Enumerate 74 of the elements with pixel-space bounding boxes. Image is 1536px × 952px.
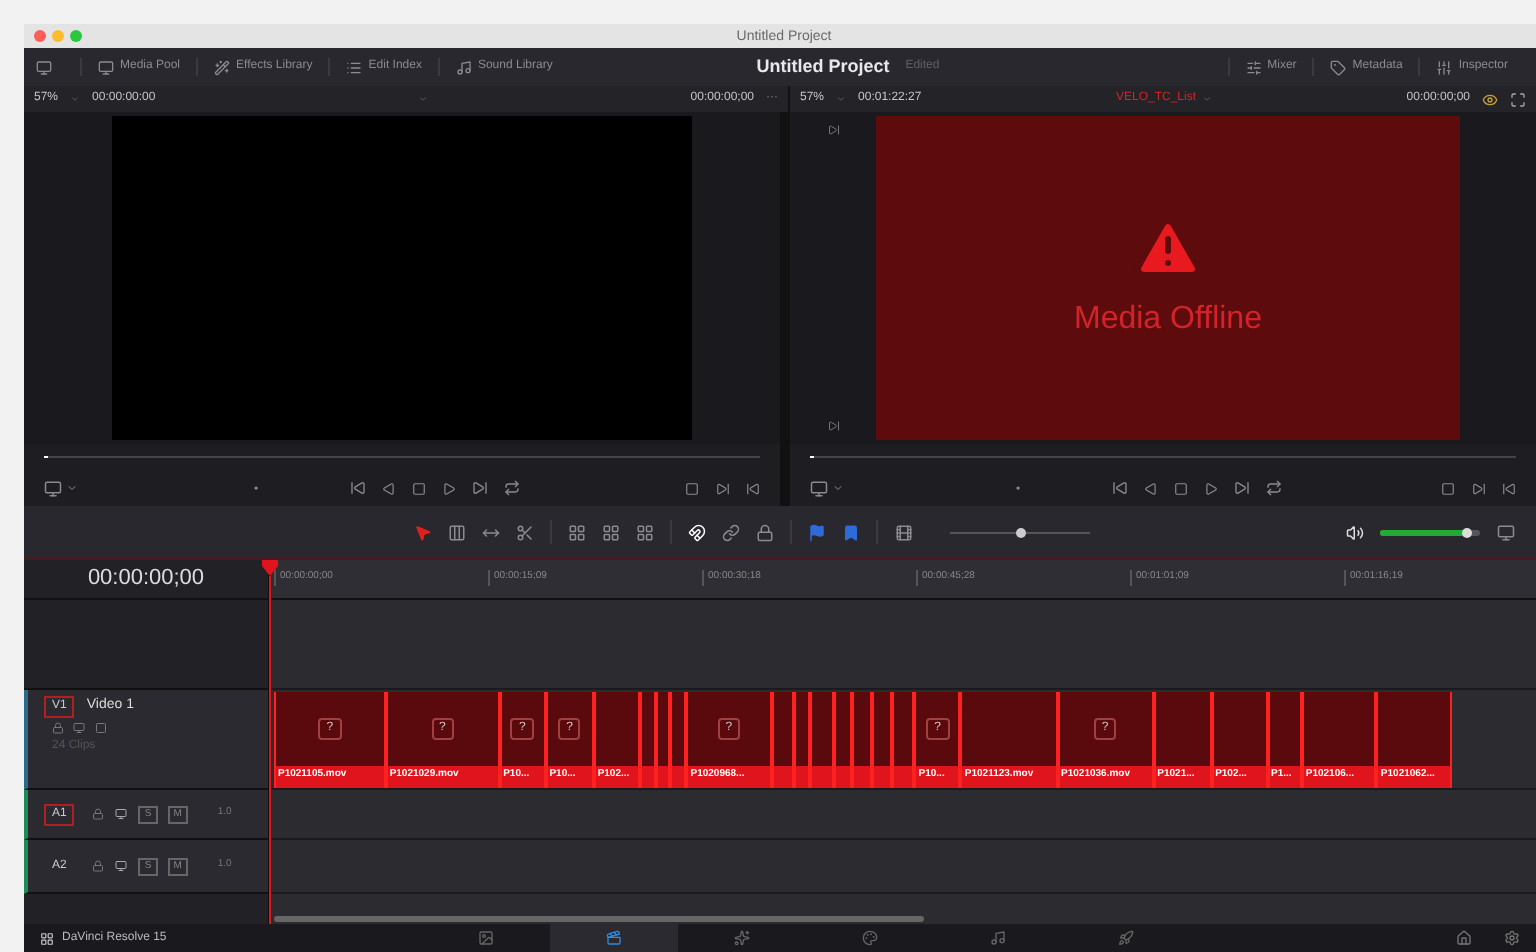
stop-button[interactable] [412, 481, 426, 495]
loop-button[interactable] [504, 480, 520, 496]
page-icon [478, 930, 494, 946]
lock-icon[interactable] [756, 523, 774, 541]
play-button[interactable] [442, 481, 456, 495]
snapping-icon[interactable] [688, 523, 706, 541]
edit-tool-icon[interactable] [448, 523, 466, 541]
toolbar-icon [1436, 59, 1453, 75]
lock-icon[interactable] [92, 860, 105, 872]
timeline-clip[interactable] [809, 691, 834, 787]
settings-icon[interactable] [1504, 930, 1520, 946]
play-reverse-button[interactable] [1143, 481, 1157, 495]
replace-clip-icon[interactable] [636, 523, 654, 541]
dropdown-icon[interactable] [66, 482, 78, 494]
edit-tool-icon[interactable] [414, 523, 432, 541]
page-icon [734, 930, 750, 946]
project-title: Untitled Project [756, 53, 890, 80]
mark-in-icon[interactable] [827, 420, 839, 432]
toolbar-icon [214, 59, 231, 75]
insert-clip-icon[interactable] [568, 523, 586, 541]
timeline-clip[interactable] [794, 691, 810, 787]
toolbar-icon [1245, 59, 1262, 75]
lock-icon[interactable] [52, 722, 64, 734]
mark-in-icon[interactable] [1472, 481, 1486, 495]
playhead[interactable] [262, 560, 278, 924]
offline-message: Media Offline [1074, 300, 1262, 340]
page-icon [862, 930, 878, 946]
loop-button[interactable] [1265, 480, 1281, 496]
toolbar-icon [455, 59, 472, 75]
page-tab[interactable] [550, 924, 678, 952]
play-reverse-button[interactable] [382, 481, 396, 495]
timeline-clip[interactable] [833, 691, 853, 787]
go-to-start-button[interactable] [1111, 480, 1127, 496]
viewer-mode-icon[interactable] [44, 479, 62, 497]
stop-button[interactable] [1173, 481, 1187, 495]
mark-out-icon[interactable] [746, 481, 760, 495]
page-icon [990, 930, 1006, 946]
mark-in-icon[interactable] [827, 124, 839, 136]
overwrite-clip-icon[interactable] [602, 523, 620, 541]
fullscreen-icon[interactable] [1510, 91, 1526, 107]
edit-tool-icon[interactable] [516, 523, 534, 541]
eye-icon[interactable] [1482, 91, 1498, 107]
timeline-view-icon[interactable] [894, 523, 914, 541]
edit-tool-icon[interactable] [482, 523, 500, 541]
timeline-clip[interactable] [891, 691, 915, 787]
marker-icon[interactable] [842, 523, 860, 541]
toolbar-icon [346, 59, 363, 75]
go-to-start-button[interactable] [350, 480, 366, 496]
go-to-end-button[interactable] [472, 480, 488, 496]
timeline-clip[interactable] [670, 691, 687, 787]
volume-slider[interactable] [1380, 529, 1480, 535]
timeline-timecode: 00:00:00;00 [87, 564, 205, 595]
lock-icon[interactable] [92, 808, 105, 820]
play-button[interactable] [1203, 481, 1217, 495]
horizontal-scrollbar[interactable] [274, 916, 924, 922]
close-button[interactable] [34, 30, 46, 42]
mark-in-icon[interactable] [716, 481, 730, 495]
toolbar-icon [98, 59, 114, 75]
volume-icon[interactable] [1346, 523, 1364, 541]
dropdown-icon[interactable] [832, 482, 844, 494]
workspace-icon[interactable] [36, 59, 52, 75]
app-logo-icon [40, 931, 54, 945]
toolbar-icon [1330, 59, 1347, 75]
timeline-clip[interactable] [852, 691, 872, 787]
page-icon [606, 930, 622, 946]
flag-icon[interactable] [808, 523, 826, 541]
viewer-mode-icon[interactable] [810, 479, 828, 497]
mark-out-icon[interactable] [1502, 481, 1516, 495]
go-to-end-button[interactable] [1233, 480, 1249, 496]
timeline-clip[interactable] [871, 691, 892, 787]
link-icon[interactable] [722, 523, 740, 541]
home-icon[interactable] [1456, 930, 1472, 946]
timeline-clip[interactable] [771, 691, 795, 787]
page-icon [1118, 930, 1134, 946]
